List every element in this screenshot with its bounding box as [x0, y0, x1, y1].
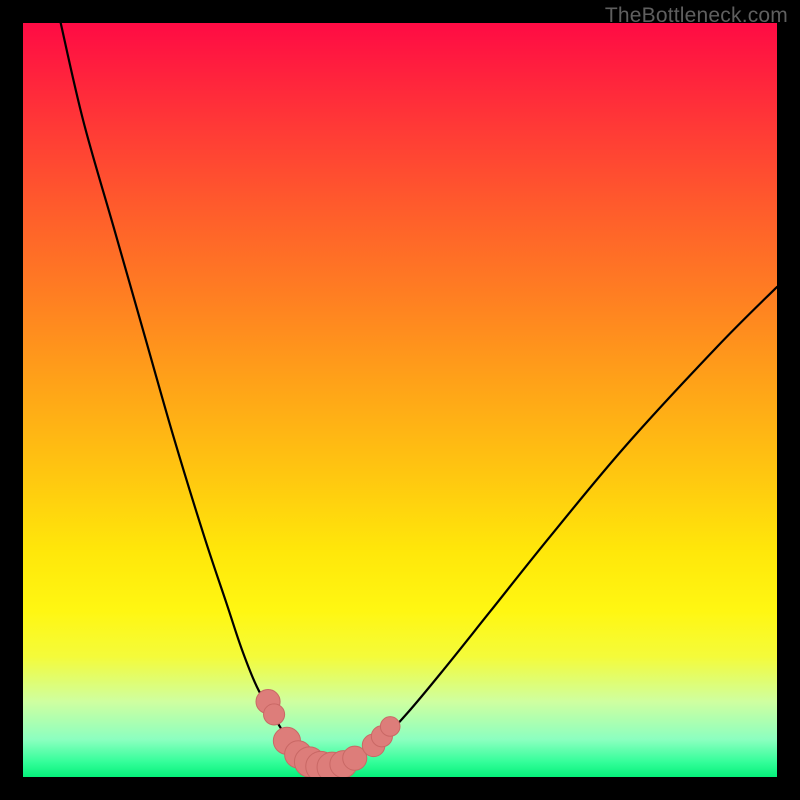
bottleneck-curve — [61, 23, 777, 768]
chart-svg — [23, 23, 777, 777]
curve-marker — [264, 704, 285, 725]
watermark: TheBottleneck.com — [605, 4, 788, 28]
frame: TheBottleneck.com — [0, 0, 800, 800]
plot-area — [23, 23, 777, 777]
curve-marker — [380, 717, 400, 737]
curve-markers — [256, 690, 400, 777]
